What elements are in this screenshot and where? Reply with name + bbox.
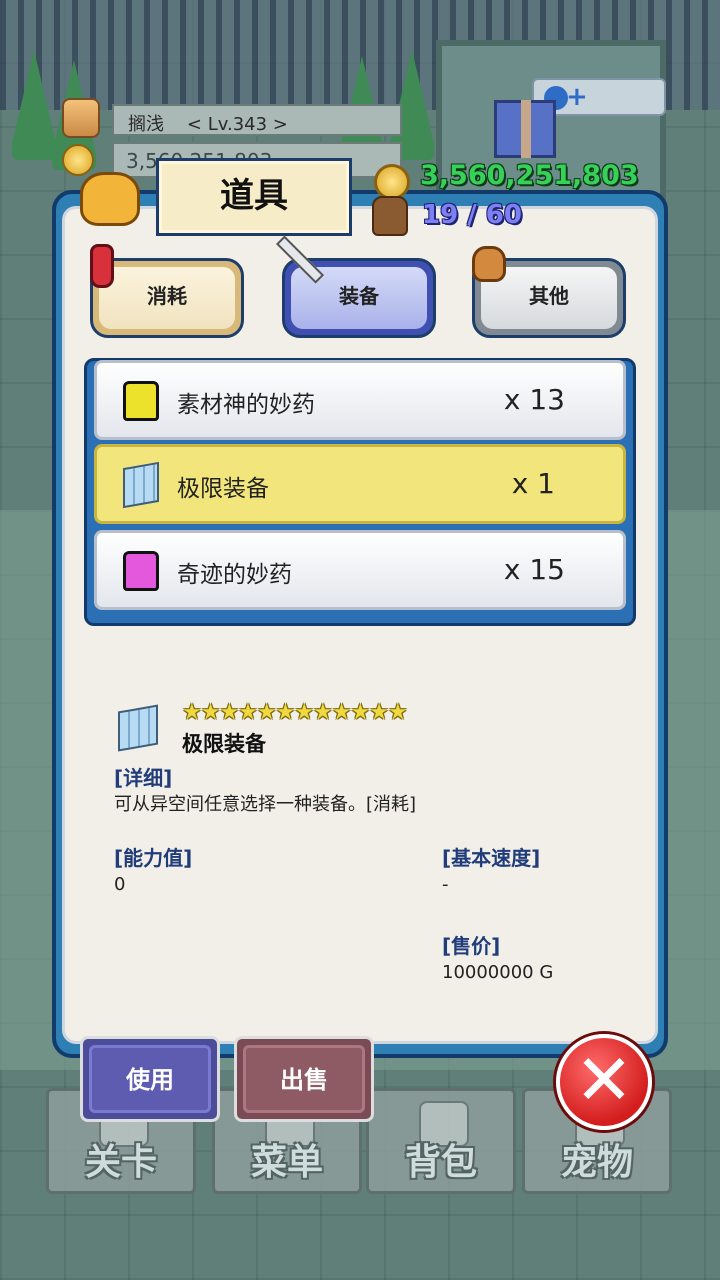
speed-label: [基本速度]: [442, 846, 541, 870]
gold-amount: 3,560,251,803: [420, 160, 639, 191]
close-button[interactable]: ✕: [556, 1034, 652, 1130]
nav-label: 关卡: [84, 1142, 157, 1183]
item-name: 素材神的妙药: [177, 392, 315, 418]
ability-label: [能力值]: [114, 846, 193, 870]
price-value: 10000000 G: [442, 962, 554, 983]
pink-potion-icon: [123, 551, 159, 591]
panel-title: 道具: [156, 158, 352, 236]
item-name: 极限装备: [177, 476, 269, 502]
close-icon: ✕: [574, 1039, 634, 1121]
nav-label: 背包: [404, 1142, 477, 1183]
sell-button[interactable]: 出售: [234, 1036, 374, 1122]
player-name: 搁浅: [128, 114, 164, 135]
detail-label: [详细]: [114, 766, 173, 790]
potion-icon: [90, 244, 114, 288]
nav-label: 宠物: [560, 1142, 633, 1183]
tab-label: 消耗: [99, 267, 235, 329]
bag-icon: [80, 172, 140, 226]
list-item-selected[interactable]: 极限装备 x 1: [94, 444, 626, 524]
item-quantity: x 15: [503, 553, 565, 586]
inventory-capacity: 19 / 60: [422, 200, 522, 230]
detail-item-name: 极限装备: [182, 732, 266, 756]
item-quantity: x 1: [511, 467, 555, 500]
cube-icon: [118, 704, 158, 752]
sack-icon: [472, 246, 506, 282]
ability-value: 0: [114, 874, 126, 895]
backpack-icon: [372, 196, 408, 236]
list-item[interactable]: 素材神的妙药 x 13: [94, 360, 626, 440]
use-button-label: 使用: [89, 1045, 211, 1113]
coin-icon: [62, 144, 94, 176]
use-button[interactable]: 使用: [80, 1036, 220, 1122]
price-label: [售价]: [442, 934, 501, 958]
yellow-potion-icon: [123, 381, 159, 421]
speed-value: -: [442, 874, 449, 895]
item-quantity: x 13: [503, 383, 565, 416]
plus-icon: +: [566, 82, 588, 112]
player-name-bar: 搁浅 < Lv.343 >: [112, 104, 402, 136]
nav-item-bag[interactable]: 背包: [366, 1088, 516, 1194]
sell-button-label: 出售: [243, 1045, 365, 1113]
gift-box-icon[interactable]: [494, 100, 556, 158]
list-item[interactable]: 奇迹的妙药 x 15: [94, 530, 626, 610]
player-level: < Lv.343 >: [186, 114, 288, 135]
detail-description: 可从异空间任意选择一种装备。[消耗]: [114, 794, 417, 815]
coin-icon: [374, 164, 410, 200]
cube-icon: [123, 461, 159, 509]
nav-label: 菜单: [250, 1142, 323, 1183]
player-avatar[interactable]: [62, 98, 100, 138]
item-name: 奇迹的妙药: [177, 562, 292, 588]
rarity-stars: ★★★★★★★★★★★★: [182, 700, 408, 725]
